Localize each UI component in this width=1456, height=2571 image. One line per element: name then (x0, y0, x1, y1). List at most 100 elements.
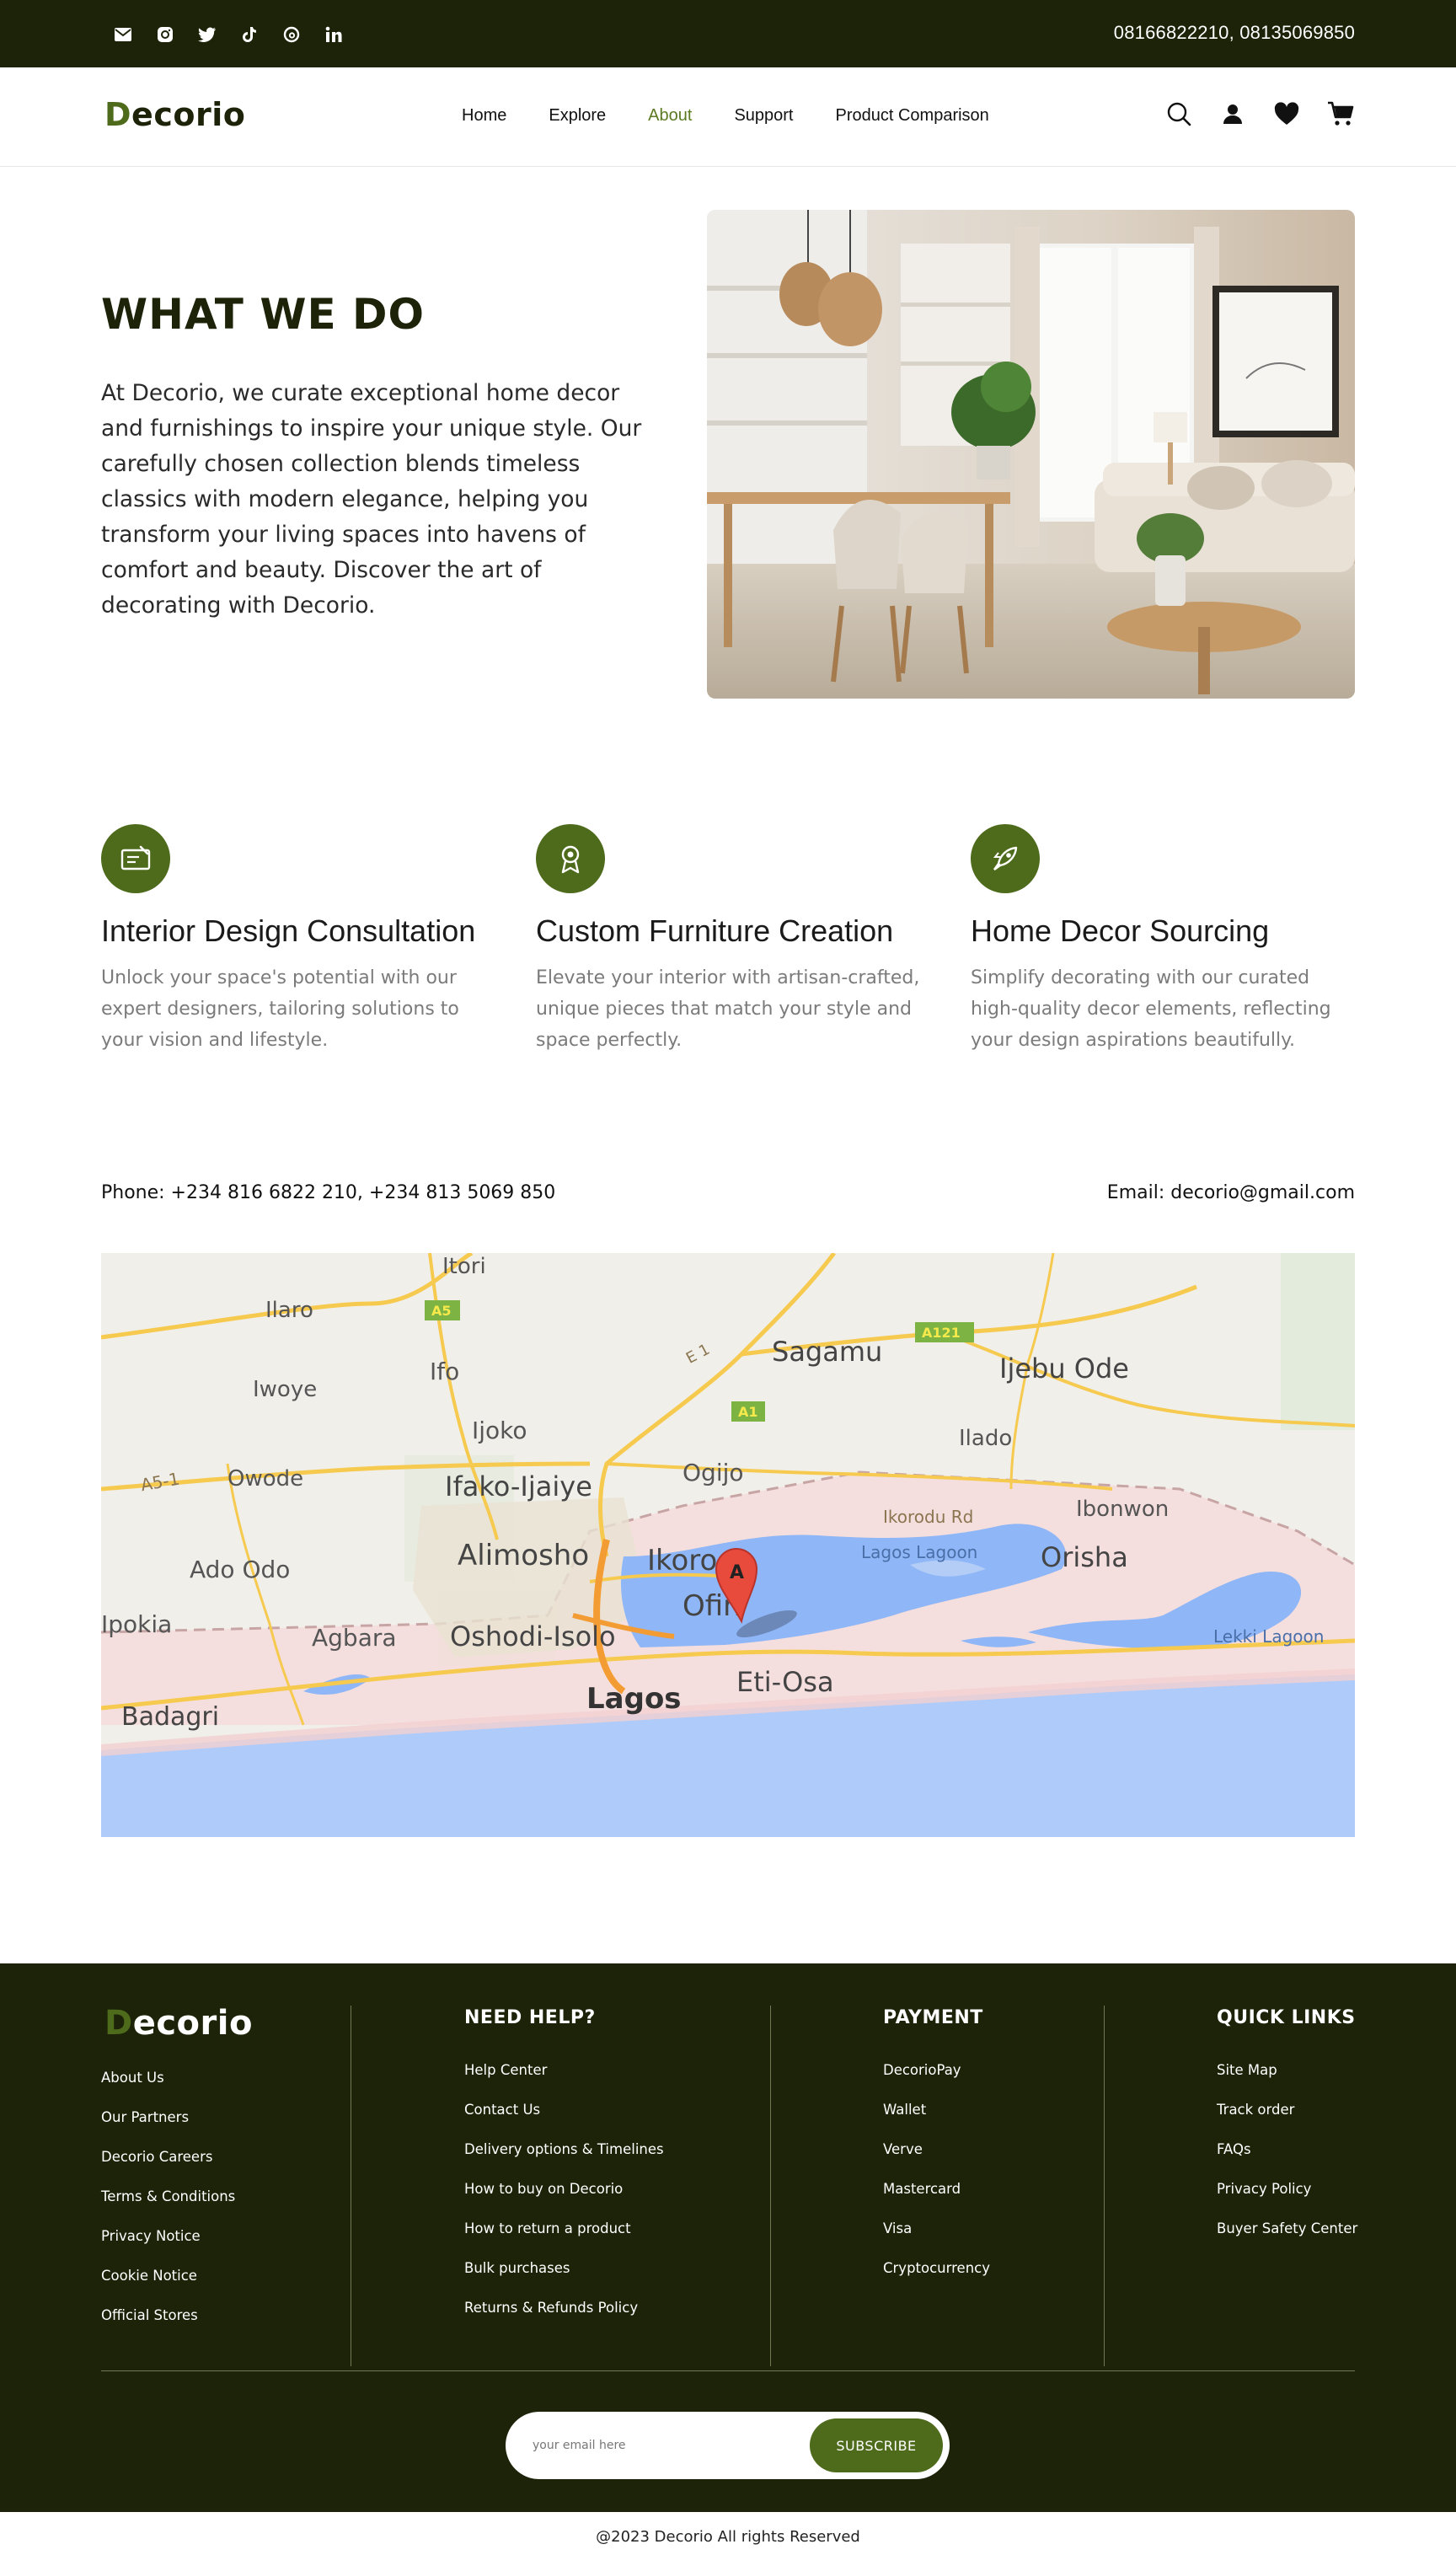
footer-link[interactable]: Delivery options & Timelines (464, 2129, 664, 2169)
footer-about-column: About Us Our Partners Decorio Careers Te… (101, 2058, 235, 2335)
what-we-do-title: WHAT WE DO (101, 290, 426, 339)
logo[interactable]: Decorio (104, 96, 245, 133)
footer-link[interactable]: Our Partners (101, 2097, 235, 2137)
map-label: Ifo (430, 1358, 459, 1385)
footer-divider (770, 2006, 771, 2366)
what-we-do-text: At Decorio, we curate exceptional home d… (101, 380, 642, 619)
footer-link[interactable]: Verve (883, 2129, 990, 2169)
social-links (111, 23, 345, 46)
footer-divider (1104, 2006, 1105, 2366)
footer-link[interactable]: Bulk purchases (464, 2248, 664, 2288)
footer-link[interactable]: Cookie Notice (101, 2256, 235, 2295)
map-marker-label: A (730, 1562, 744, 1583)
header-phone-numbers: 08166822210, 08135069850 (1113, 22, 1355, 43)
footer-link[interactable]: Site Map (1217, 2050, 1357, 2090)
map-label: Ijoko (472, 1417, 527, 1444)
map-label: Ijebu Ode (999, 1352, 1129, 1385)
footer: Decorio About Us Our Partners Decorio Ca… (0, 1963, 1456, 2512)
instagram-icon[interactable] (153, 23, 177, 46)
nav-support[interactable]: Support (734, 106, 793, 126)
footer-column-title: QUICK LINKS (1217, 2007, 1356, 2028)
heart-icon[interactable] (1272, 99, 1301, 128)
mail-icon[interactable] (111, 23, 135, 46)
footer-link[interactable]: Cryptocurrency (883, 2248, 990, 2288)
footer-link[interactable]: FAQs (1217, 2129, 1357, 2169)
twitter-icon[interactable] (195, 23, 219, 46)
footer-link[interactable]: Terms & Conditions (101, 2177, 235, 2216)
top-bar: 08166822210, 08135069850 (0, 0, 1456, 67)
footer-link[interactable]: About Us (101, 2058, 235, 2097)
footer-separator (101, 2370, 1355, 2371)
footer-link[interactable]: Decorio Careers (101, 2137, 235, 2177)
contact-email[interactable]: Email: decorio@gmail.com (1107, 1182, 1355, 1203)
footer-link[interactable]: Privacy Policy (1217, 2169, 1357, 2209)
service-home-decor-sourcing: Home Decor Sourcing Simplify decorating … (971, 824, 1358, 1056)
award-icon (536, 824, 605, 893)
subscribe-button[interactable]: SUBSCRIBE (810, 2418, 943, 2472)
footer-link[interactable]: Buyer Safety Center (1217, 2209, 1357, 2248)
footer-help-column: NEED HELP? Help Center Contact Us Delive… (464, 2007, 664, 2327)
rocket-icon (971, 824, 1040, 893)
map-label: Lagos (586, 1682, 682, 1716)
logo-text: ecorio (131, 96, 246, 133)
service-description: Elevate your interior with artisan-craft… (536, 967, 920, 1051)
map-label: Iwoye (253, 1377, 317, 1402)
footer-link[interactable]: DecorioPay (883, 2050, 990, 2090)
map-label: Ibonwon (1076, 1497, 1169, 1522)
map-label: Ado Odo (190, 1556, 290, 1583)
nav-product-comparison[interactable]: Product Comparison (836, 106, 989, 126)
location-map[interactable]: A5 A121 A1 Itori Ilaro Sagamu Ijebu Ode … (101, 1253, 1355, 1837)
map-label: Ikorodu Rd (883, 1507, 973, 1527)
nav-about[interactable]: About (648, 106, 692, 126)
logo-text: ecorio (132, 2004, 253, 2043)
service-title: Custom Furniture Creation (536, 913, 894, 948)
footer-column-title: PAYMENT (883, 2007, 983, 2028)
map-label: Lagos Lagoon (861, 1542, 977, 1562)
copyright-text: @2023 Decorio All rights Reserved (596, 2528, 860, 2546)
service-custom-furniture: Custom Furniture Creation Elevate your i… (536, 824, 923, 1056)
map-label: Lekki Lagoon (1213, 1626, 1324, 1647)
footer-logo[interactable]: Decorio (104, 2004, 253, 2043)
footer-link[interactable]: Visa (883, 2209, 990, 2248)
newsletter-email-input[interactable] (533, 2434, 785, 2457)
map-label: Orisha (1041, 1541, 1128, 1573)
nav-home[interactable]: Home (462, 106, 506, 126)
service-interior-design: Interior Design Consultation Unlock your… (101, 824, 489, 1056)
tiktok-icon[interactable] (238, 23, 261, 46)
search-icon[interactable] (1164, 99, 1193, 128)
service-title: Interior Design Consultation (101, 913, 476, 948)
certificate-icon (101, 824, 170, 893)
footer-link[interactable]: Wallet (883, 2090, 990, 2129)
footer-payment-column: PAYMENT DecorioPay Wallet Verve Masterca… (883, 2007, 990, 2288)
footer-link[interactable]: Contact Us (464, 2090, 664, 2129)
footer-link[interactable]: Returns & Refunds Policy (464, 2288, 664, 2327)
map-label: Eti-Osa (736, 1666, 834, 1698)
footer-link[interactable]: Track order (1217, 2090, 1357, 2129)
nav-actions (1164, 99, 1355, 128)
map-label: Alimosho (458, 1539, 589, 1572)
service-title: Home Decor Sourcing (971, 913, 1270, 948)
map-label: A121 (922, 1325, 961, 1341)
footer-link[interactable]: Official Stores (101, 2295, 235, 2335)
nav-explore[interactable]: Explore (549, 106, 606, 126)
map-label: Sagamu (772, 1336, 882, 1368)
map-label: Badagri (121, 1702, 219, 1732)
nav-menu: Home Explore About Support Product Compa… (462, 106, 989, 126)
logo-letter: D (104, 2004, 133, 2043)
footer-quick-links-column: QUICK LINKS Site Map Track order FAQs Pr… (1217, 2007, 1357, 2248)
newsletter-form: SUBSCRIBE (506, 2412, 950, 2479)
cart-icon[interactable] (1326, 99, 1355, 128)
footer-link[interactable]: How to return a product (464, 2209, 664, 2248)
linkedin-icon[interactable] (322, 23, 345, 46)
main-navigation: Decorio Home Explore About Support Produ… (0, 67, 1456, 167)
user-icon[interactable] (1218, 99, 1247, 128)
map-label: Ilaro (265, 1298, 313, 1323)
map-label: Itori (442, 1254, 486, 1279)
threads-icon[interactable] (280, 23, 303, 46)
map-label: Ogijo (682, 1459, 744, 1486)
interior-photo (707, 210, 1355, 699)
footer-link[interactable]: Help Center (464, 2050, 664, 2090)
footer-link[interactable]: Mastercard (883, 2169, 990, 2209)
footer-link[interactable]: How to buy on Decorio (464, 2169, 664, 2209)
footer-link[interactable]: Privacy Notice (101, 2216, 235, 2256)
